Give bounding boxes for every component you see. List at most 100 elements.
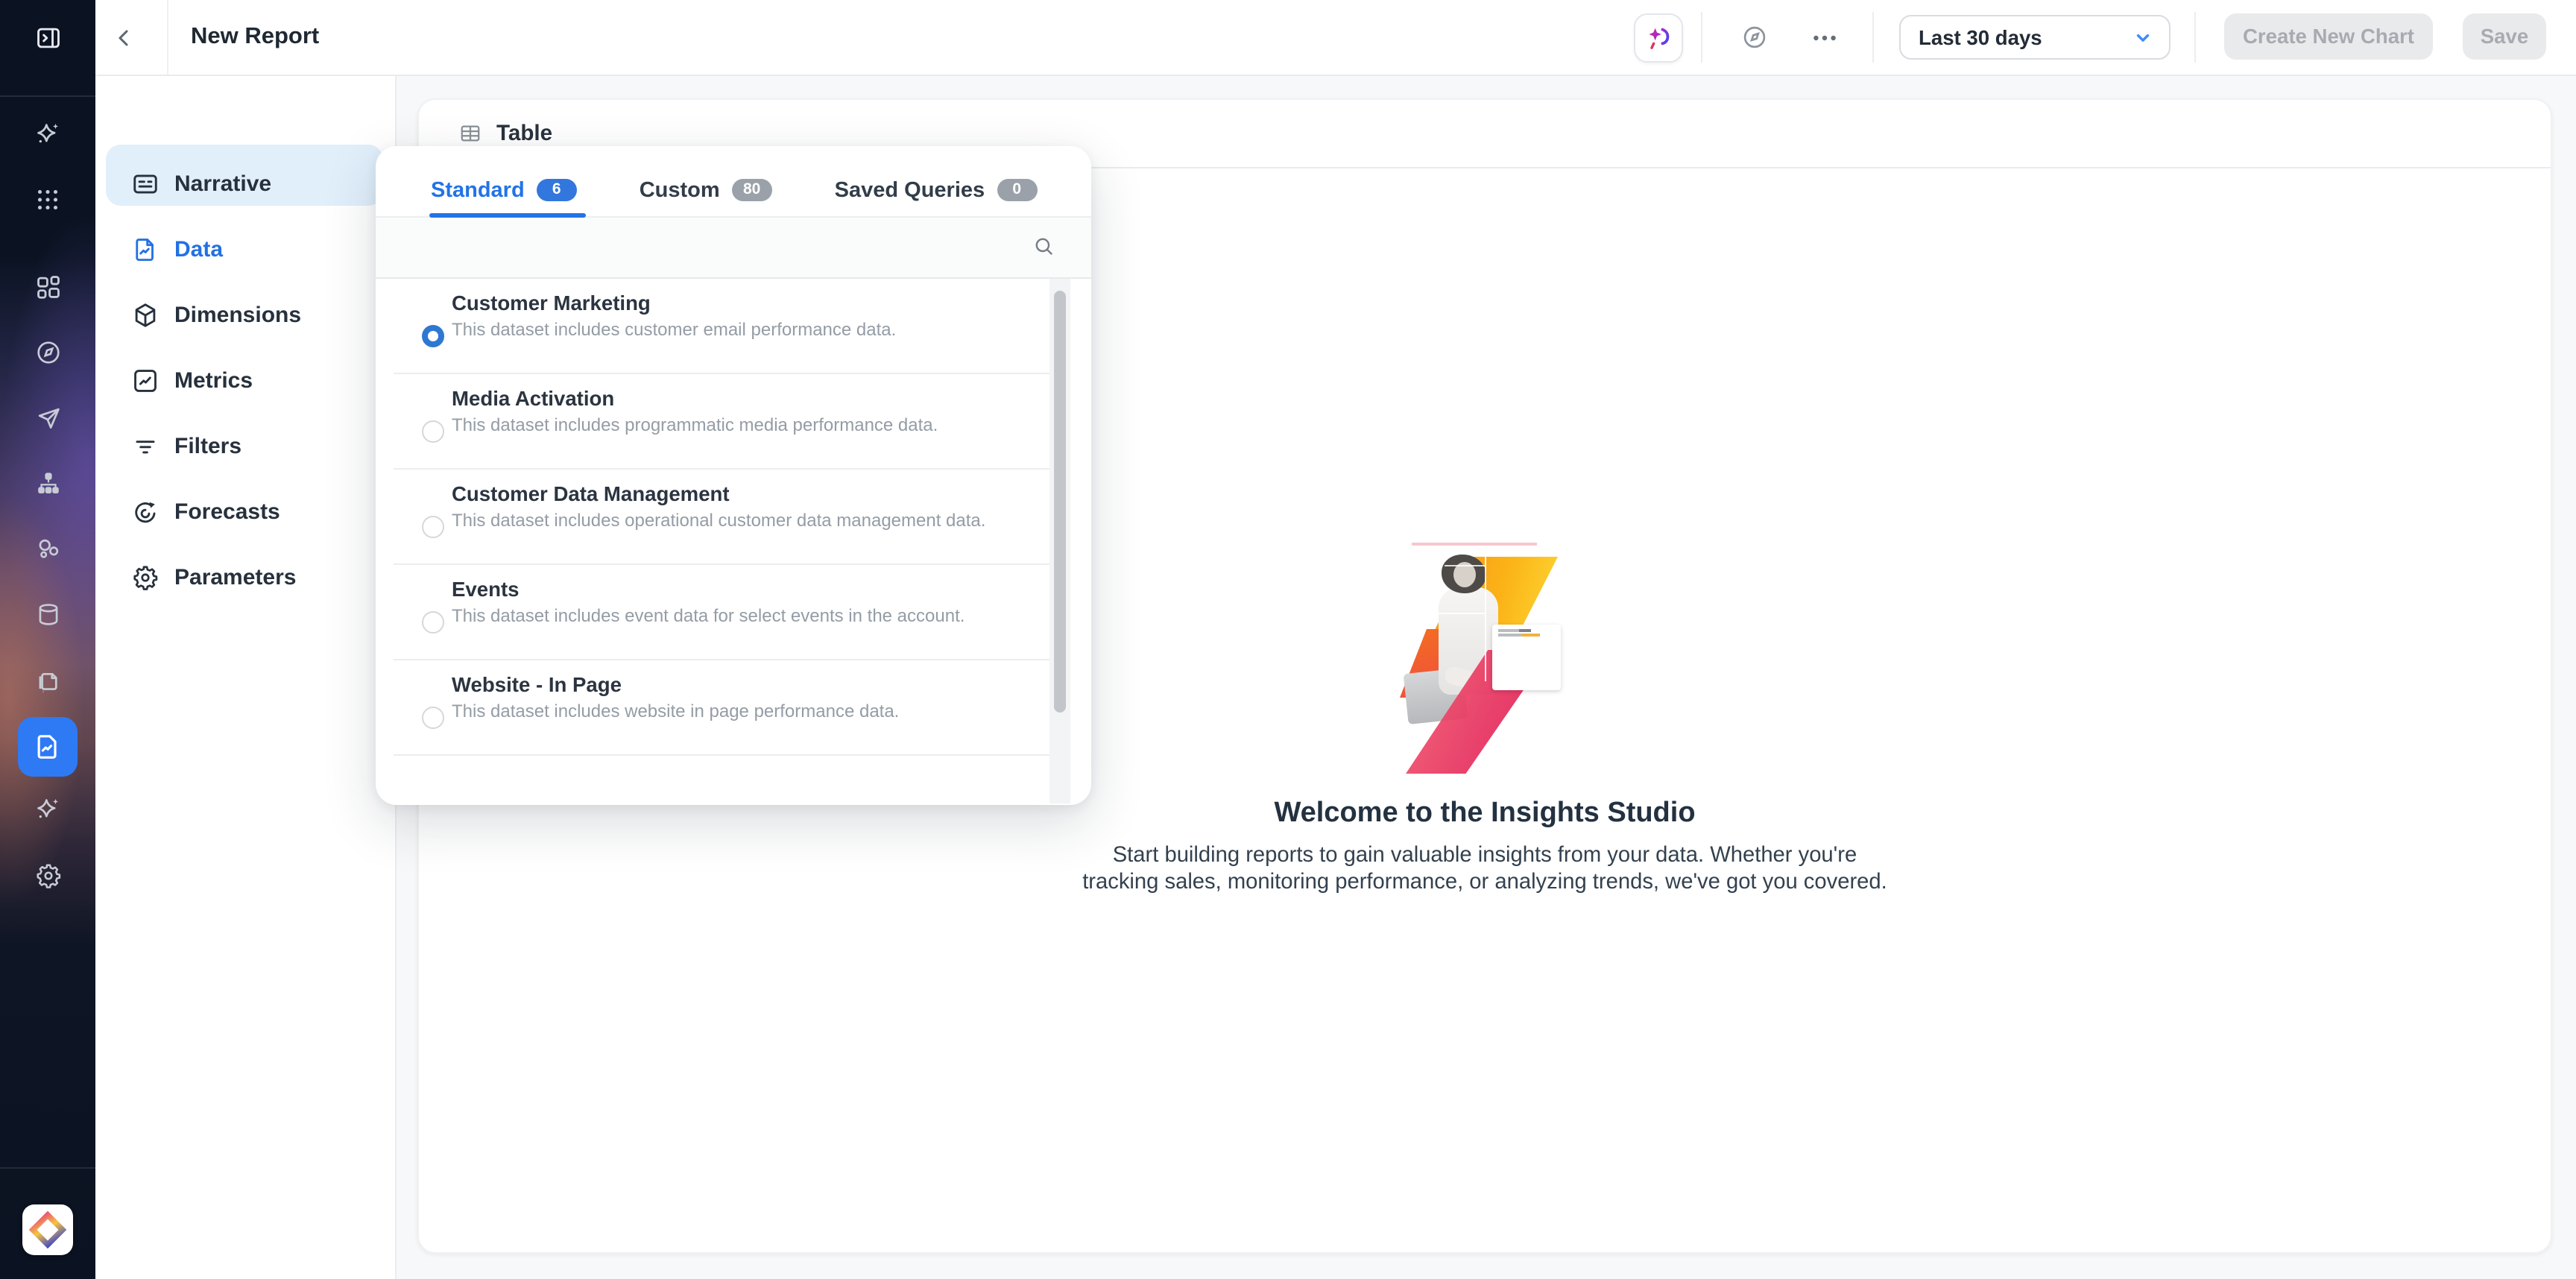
insights-studio-active-icon[interactable] [18, 717, 78, 777]
app-grid-icon[interactable] [0, 176, 95, 224]
tab-custom-count: 80 [732, 179, 772, 202]
radio-selected[interactable] [422, 325, 444, 347]
dataset-description: This dataset includes programmatic media… [452, 414, 938, 435]
dataset-option-website-in-page[interactable]: Website - In Page This dataset includes … [376, 660, 1091, 756]
settings-gear-icon[interactable] [0, 851, 95, 899]
data-document-icon [131, 235, 160, 263]
table-icon [459, 122, 482, 145]
save-button[interactable]: Save [2463, 13, 2546, 60]
report-config-sidebar: Narrative Data Dimensions Metrics Filter… [95, 75, 397, 1279]
tab-saved-queries-label: Saved Queries [835, 178, 985, 202]
compass-icon[interactable] [0, 328, 95, 376]
scrollbar-thumb[interactable] [1054, 291, 1066, 713]
radio-unselected[interactable] [422, 420, 444, 443]
date-range-select[interactable]: Last 30 days [1899, 15, 2171, 60]
create-new-chart-button[interactable]: Create New Chart [2224, 13, 2433, 60]
date-range-value: Last 30 days [1919, 26, 2042, 48]
back-button[interactable] [101, 15, 146, 60]
sidebar-item-metrics[interactable]: Metrics [95, 347, 395, 413]
dataset-selector-popup: Standard 6 Custom 80 Saved Queries 0 Cus… [376, 146, 1091, 805]
chart-overlay-card [1492, 625, 1561, 690]
deco-crosshair-v [1485, 550, 1486, 681]
dataset-name: Customer Marketing [452, 292, 651, 315]
dataset-name: Customer Data Management [452, 483, 730, 505]
database-icon[interactable] [0, 590, 95, 638]
ai-sparkles-icon[interactable] [0, 110, 95, 158]
sidebar-item-narrative[interactable]: Narrative [95, 151, 395, 216]
narrative-card-icon [131, 169, 160, 198]
dataset-description: This dataset includes operational custom… [452, 510, 985, 531]
app-rail [0, 0, 95, 1279]
sidebar-item-parameters[interactable]: Parameters [95, 544, 395, 610]
radio-unselected[interactable] [422, 707, 444, 729]
sidebar-item-label: Dimensions [174, 302, 301, 327]
deco-line [1412, 543, 1537, 546]
ai-sparkles-plus-icon[interactable] [0, 786, 95, 833]
top-header [95, 0, 2576, 76]
rail-divider-bottom [0, 1167, 95, 1169]
dataset-description: This dataset includes event data for sel… [452, 605, 965, 626]
collapse-panel-icon[interactable] [0, 13, 95, 61]
header-divider [167, 0, 168, 75]
copy-pages-icon[interactable] [0, 656, 95, 704]
trend-square-icon [131, 366, 160, 394]
tab-custom-label: Custom [640, 178, 720, 202]
dataset-option-customer-marketing[interactable]: Customer Marketing This dataset includes… [376, 279, 1091, 374]
gear-icon [131, 563, 160, 591]
header-sep-1 [1701, 12, 1702, 63]
sitemap-icon[interactable] [0, 459, 95, 507]
dataset-tabs: Standard 6 Custom 80 Saved Queries 0 [376, 146, 1091, 218]
dataset-option-media-activation[interactable]: Media Activation This dataset includes p… [376, 374, 1091, 470]
sidebar-item-forecasts[interactable]: Forecasts [95, 479, 395, 544]
row-divider [394, 754, 1051, 756]
tab-standard[interactable]: Standard 6 [431, 178, 577, 202]
welcome-line-1: Start building reports to gain valuable … [1113, 844, 1857, 868]
dataset-option-events[interactable]: Events This dataset includes event data … [376, 565, 1091, 660]
sidebar-item-label: Parameters [174, 564, 296, 590]
search-icon[interactable] [1033, 236, 1055, 265]
dataset-description: This dataset includes customer email per… [452, 319, 896, 340]
sidebar-item-dimensions[interactable]: Dimensions [95, 282, 395, 347]
header-sep-3 [2194, 12, 2196, 63]
dataset-search-row [376, 218, 1091, 279]
dataset-name: Events [452, 578, 520, 601]
tab-saved-queries-count: 0 [997, 179, 1037, 202]
chart-block-title: Table [496, 121, 552, 145]
dataset-search-input[interactable] [397, 227, 999, 271]
tab-saved-queries[interactable]: Saved Queries 0 [835, 178, 1038, 202]
explore-compass-icon[interactable] [1741, 24, 1768, 51]
dataset-name: Media Activation [452, 388, 614, 410]
deco-node-circle [1415, 605, 1433, 623]
forecast-gauge-icon [131, 497, 160, 525]
header-sep-2 [1872, 12, 1874, 63]
welcome-paragraph: Start building reports to gain valuable … [1082, 844, 1887, 897]
welcome-heading: Welcome to the Insights Studio [1274, 798, 1695, 830]
dataset-list: Customer Marketing This dataset includes… [376, 279, 1091, 756]
dataset-name: Website - In Page [452, 674, 622, 696]
radio-unselected[interactable] [422, 611, 444, 634]
sidebar-item-label: Narrative [174, 171, 271, 196]
deco-crosshair-h2 [1445, 565, 1485, 566]
dashboard-blocks-icon[interactable] [0, 262, 95, 310]
chevron-down-icon [2135, 29, 2151, 45]
tab-custom[interactable]: Custom 80 [640, 178, 772, 202]
deco-crosshair-h [1424, 613, 1485, 614]
tab-standard-label: Standard [431, 178, 525, 202]
sidebar-item-label: Filters [174, 433, 242, 458]
tab-standard-count: 6 [537, 179, 577, 202]
dataset-option-customer-data-management[interactable]: Customer Data Management This dataset in… [376, 470, 1091, 565]
clusters-icon[interactable] [0, 525, 95, 572]
more-options-icon[interactable] [1811, 31, 1838, 43]
send-icon[interactable] [0, 394, 95, 441]
radio-unselected[interactable] [422, 516, 444, 538]
welcome-illustration [1400, 543, 1570, 774]
sidebar-item-label: Forecasts [174, 499, 280, 524]
zeta-logo[interactable] [22, 1204, 73, 1255]
sidebar-item-label: Metrics [174, 367, 253, 393]
filter-lines-icon [131, 432, 160, 460]
cube-icon [131, 300, 160, 329]
sidebar-item-data[interactable]: Data [95, 216, 395, 282]
ai-assistant-button[interactable] [1634, 13, 1683, 63]
sidebar-item-filters[interactable]: Filters [95, 413, 395, 479]
rail-divider-top [0, 95, 95, 97]
